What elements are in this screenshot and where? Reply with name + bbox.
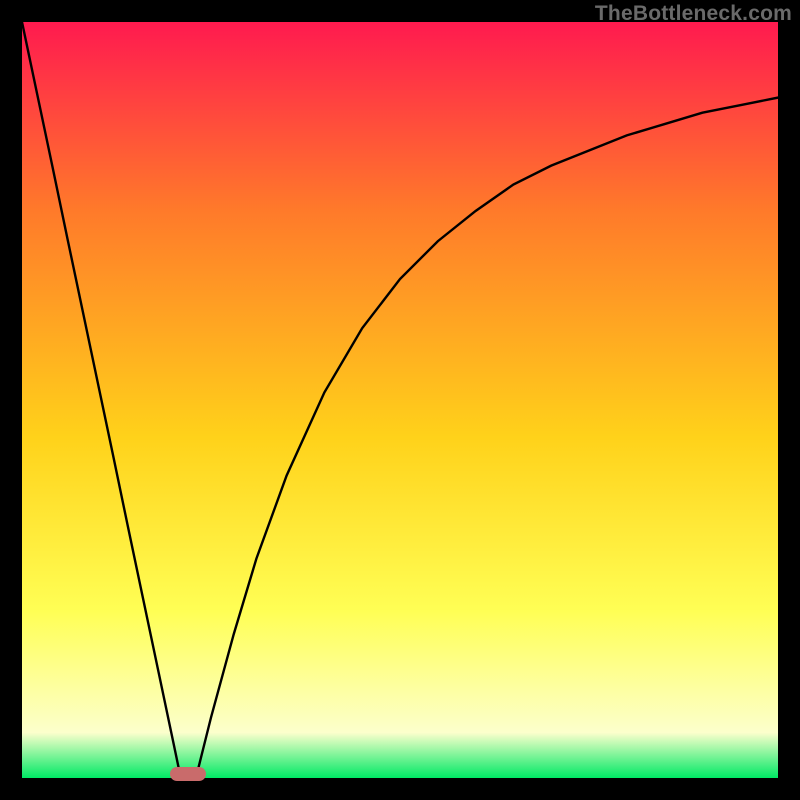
watermark-text: TheBottleneck.com — [595, 2, 792, 26]
chart-plot — [22, 22, 778, 778]
chart-frame — [22, 22, 778, 778]
gradient-background — [22, 22, 778, 778]
trough-marker — [170, 767, 206, 781]
